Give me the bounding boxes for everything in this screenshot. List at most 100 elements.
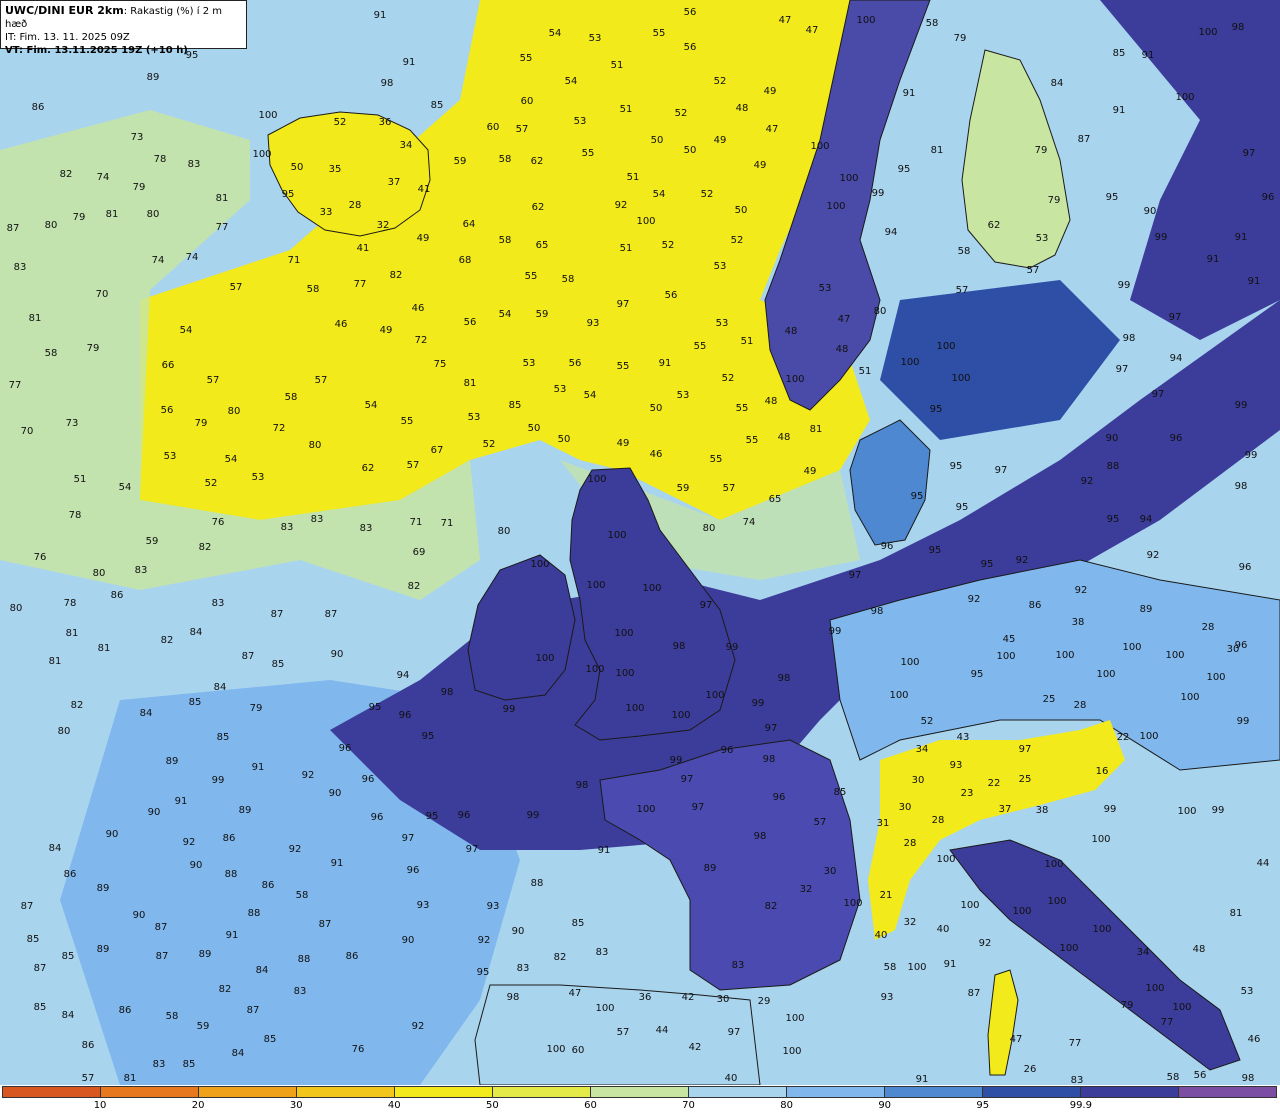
value-label: 22 bbox=[1117, 732, 1130, 743]
value-label: 87 bbox=[325, 609, 338, 620]
value-label: 100 bbox=[705, 690, 724, 701]
value-label: 52 bbox=[205, 478, 218, 489]
value-label: 100 bbox=[614, 628, 633, 639]
value-label: 81 bbox=[216, 193, 229, 204]
value-label: 38 bbox=[1036, 805, 1049, 816]
value-label: 96 bbox=[458, 810, 471, 821]
value-label: 54 bbox=[653, 189, 666, 200]
value-label: 90 bbox=[512, 926, 525, 937]
value-label: 85 bbox=[189, 697, 202, 708]
value-label: 100 bbox=[1044, 859, 1063, 870]
value-label: 86 bbox=[223, 833, 236, 844]
value-label: 58 bbox=[307, 284, 320, 295]
value-label: 77 bbox=[216, 222, 229, 233]
value-label: 54 bbox=[180, 325, 193, 336]
colorbar-segment bbox=[3, 1087, 101, 1097]
value-label: 99 bbox=[670, 755, 683, 766]
value-label: 93 bbox=[881, 992, 894, 1003]
value-label: 81 bbox=[464, 378, 477, 389]
value-label: 96 bbox=[1262, 192, 1275, 203]
value-label: 25 bbox=[1043, 694, 1056, 705]
value-label: 90 bbox=[133, 910, 146, 921]
value-label: 95 bbox=[911, 491, 924, 502]
map-viewer: 95 91 91 98 85 89 86 73 78 83 82 74 79 81 80 79 80 87 81 77… bbox=[0, 0, 1280, 1115]
value-label: 48 bbox=[736, 103, 749, 114]
value-label: 51 bbox=[859, 366, 872, 377]
value-label: 88 bbox=[1107, 461, 1120, 472]
value-label: 52 bbox=[714, 76, 727, 87]
value-label: 99 bbox=[212, 775, 225, 786]
value-label: 89 bbox=[239, 805, 252, 816]
value-label: 54 bbox=[565, 76, 578, 87]
value-label: 80 bbox=[874, 306, 887, 317]
value-label: 88 bbox=[225, 869, 238, 880]
colorbar-segment bbox=[493, 1087, 591, 1097]
value-label: 54 bbox=[365, 400, 378, 411]
value-label: 79 bbox=[73, 212, 86, 223]
value-label: 90 bbox=[331, 649, 344, 660]
value-label: 82 bbox=[554, 952, 567, 963]
value-label: 58 bbox=[884, 962, 897, 973]
value-label: 99 bbox=[1155, 232, 1168, 243]
value-label: 91 bbox=[916, 1074, 929, 1085]
value-label: 85 bbox=[34, 1002, 47, 1013]
value-label: 45 bbox=[1003, 634, 1016, 645]
value-label: 85 bbox=[264, 1034, 277, 1045]
value-label: 62 bbox=[362, 463, 375, 474]
value-label: 85 bbox=[183, 1059, 196, 1070]
value-label: 26 bbox=[1024, 1064, 1037, 1075]
value-label: 100 bbox=[1175, 92, 1194, 103]
value-label: 100 bbox=[671, 710, 690, 721]
value-label: 100 bbox=[586, 580, 605, 591]
value-label: 52 bbox=[334, 117, 347, 128]
value-label: 74 bbox=[743, 517, 756, 528]
value-label: 54 bbox=[584, 390, 597, 401]
value-label: 21 bbox=[880, 890, 893, 901]
value-label: 57 bbox=[82, 1073, 95, 1084]
value-label: 100 bbox=[843, 898, 862, 909]
colorbar-tick-label: 99.9 bbox=[1069, 1100, 1092, 1111]
value-label: 100 bbox=[587, 474, 606, 485]
value-label: 58 bbox=[296, 890, 309, 901]
value-label: 57 bbox=[1027, 265, 1040, 276]
value-label: 91 bbox=[175, 796, 188, 807]
value-label: 76 bbox=[212, 517, 225, 528]
value-label: 90 bbox=[329, 788, 342, 799]
value-label: 50 bbox=[528, 423, 541, 434]
value-label: 77 bbox=[9, 380, 22, 391]
value-label: 97 bbox=[728, 1027, 741, 1038]
value-label: 84 bbox=[62, 1010, 75, 1021]
colorbar-tick-label: 30 bbox=[289, 1100, 303, 1111]
value-label: 83 bbox=[14, 262, 27, 273]
value-label: 59 bbox=[536, 309, 549, 320]
value-label: 97 bbox=[1152, 389, 1165, 400]
value-label: 46 bbox=[1248, 1034, 1261, 1045]
value-label: 38 bbox=[1072, 617, 1085, 628]
value-label: 57 bbox=[230, 282, 243, 293]
value-label: 96 bbox=[881, 541, 894, 552]
value-label: 80 bbox=[147, 209, 160, 220]
value-label: 94 bbox=[885, 227, 898, 238]
value-label: 89 bbox=[1140, 604, 1153, 615]
value-label: 51 bbox=[620, 243, 633, 254]
value-label: 72 bbox=[273, 423, 286, 434]
value-label: 97 bbox=[849, 570, 862, 581]
value-label: 100 bbox=[615, 668, 634, 679]
value-label: 95 bbox=[282, 189, 295, 200]
colorbar-segment bbox=[101, 1087, 199, 1097]
value-label: 100 bbox=[900, 657, 919, 668]
value-label: 96 bbox=[721, 745, 734, 756]
value-label: 77 bbox=[354, 279, 367, 290]
value-label: 94 bbox=[1140, 514, 1153, 525]
value-label: 43 bbox=[957, 732, 970, 743]
value-label: 28 bbox=[349, 200, 362, 211]
value-label: 79 bbox=[87, 343, 100, 354]
colorbar-segment bbox=[199, 1087, 297, 1097]
colorbar-segment bbox=[297, 1087, 395, 1097]
colorbar-tick-label: 80 bbox=[780, 1100, 793, 1111]
value-label: 100 bbox=[1012, 906, 1031, 917]
value-label: 96 bbox=[1170, 433, 1183, 444]
value-label: 92 bbox=[289, 844, 302, 855]
value-label: 83 bbox=[1071, 1075, 1084, 1085]
value-label: 57 bbox=[516, 124, 529, 135]
